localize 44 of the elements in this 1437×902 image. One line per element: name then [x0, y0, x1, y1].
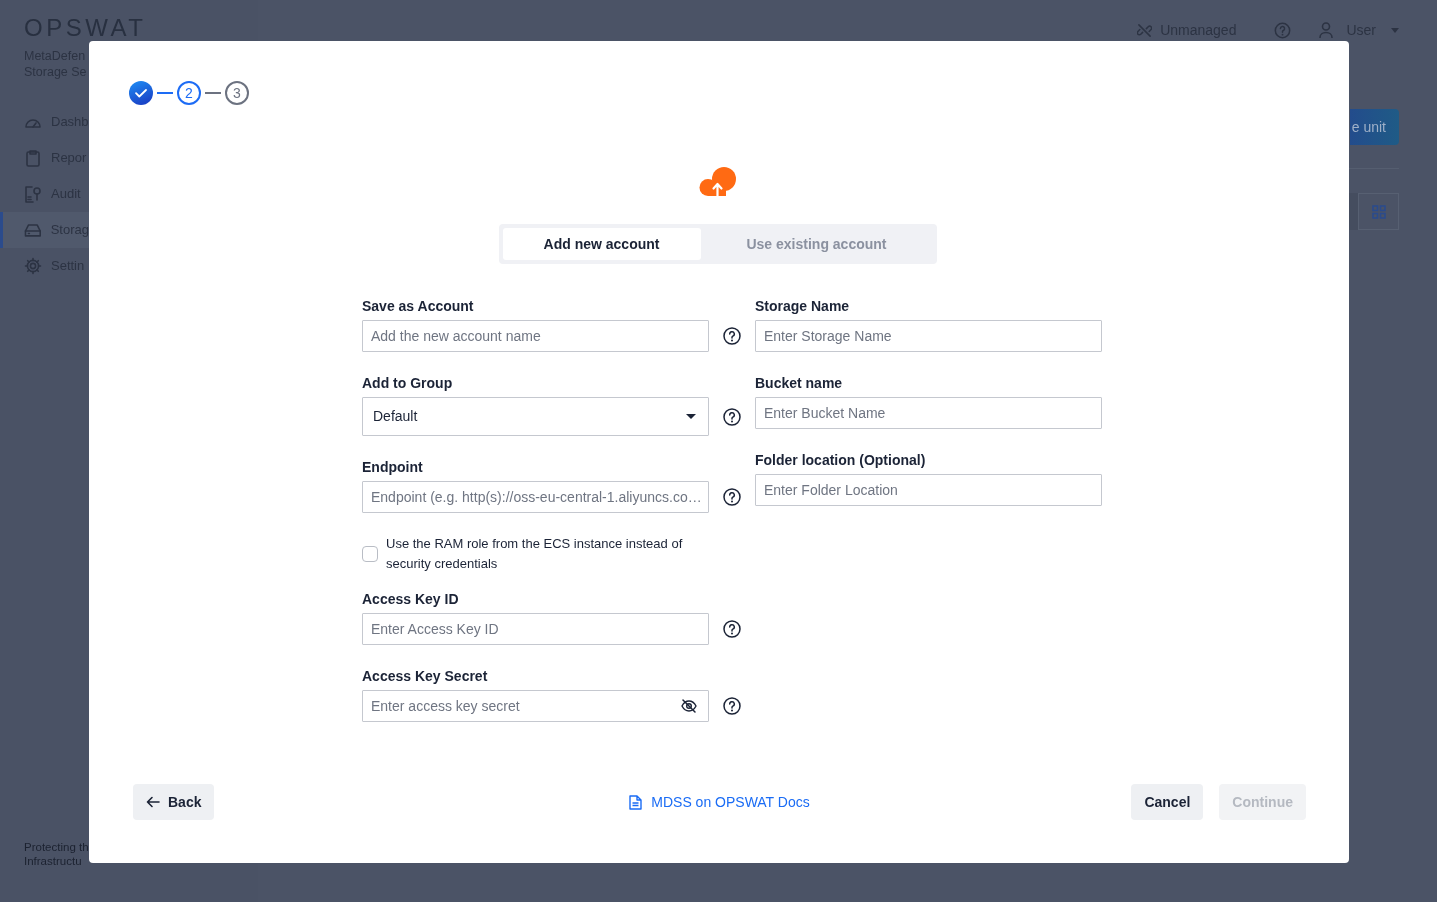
help-icon[interactable]	[723, 697, 741, 715]
step-indicator: 3	[225, 81, 249, 105]
caret-icon[interactable]	[686, 414, 696, 419]
field-label: Access Key ID	[362, 590, 460, 609]
field-label: Endpoint	[362, 458, 424, 477]
step-indicator: 2	[177, 81, 201, 105]
field-label: Folder location (Optional)	[755, 451, 927, 470]
input-field[interactable]: Enter Folder Location	[755, 474, 1102, 506]
checkbox[interactable]	[362, 546, 378, 562]
gear-icon	[24, 257, 42, 275]
field-label: Storage Name	[755, 297, 851, 316]
add-unit-button[interactable]: e unit	[1349, 109, 1399, 145]
help-icon[interactable]	[723, 407, 741, 426]
user-icon	[1319, 22, 1334, 38]
arrow-left-icon	[146, 796, 160, 808]
toggle-segment[interactable]	[1349, 193, 1358, 230]
input-field[interactable]: Add the new account name	[362, 320, 709, 352]
back-button[interactable]: Back	[133, 784, 215, 820]
eye-slash-icon[interactable]	[681, 698, 697, 714]
help-icon[interactable]	[723, 488, 741, 506]
input-field[interactable]: Enter Storage Name	[755, 320, 1102, 352]
document-pin-icon	[24, 185, 42, 203]
field-label: Access Key Secret	[362, 667, 489, 686]
checkbox-label: Use the RAM role from the ECS instance instead of security credentials	[386, 535, 684, 573]
input-field[interactable]: Enter Access Key ID	[362, 613, 709, 645]
field-label: Bucket name	[755, 374, 844, 393]
group-dropdown[interactable]: Default	[362, 397, 709, 436]
field-label: Add to Group	[362, 374, 454, 393]
broken-link-icon	[1137, 22, 1153, 38]
field-label: Save as Account	[362, 297, 475, 316]
input-field[interactable]: Enter access key secret	[362, 690, 709, 722]
drive-icon	[24, 221, 42, 239]
tab[interactable]: Use existing account	[700, 228, 933, 260]
tab[interactable]: Add new account	[502, 228, 701, 260]
action-button[interactable]: Cancel	[1131, 784, 1204, 820]
clipboard-icon	[24, 149, 42, 167]
grid-icon	[1371, 204, 1386, 219]
docs-link[interactable]: MDSS on OPSWAT Docs	[629, 791, 810, 813]
cloud-upload-icon	[697, 166, 738, 198]
help-icon[interactable]	[723, 620, 741, 638]
input-field[interactable]: Endpoint (e.g. http(s)://oss-eu-central-1.aliyuncs.co…	[362, 481, 709, 513]
document-icon	[629, 794, 643, 810]
help-icon[interactable]	[723, 327, 741, 345]
input-field[interactable]: Enter Bucket Name	[755, 397, 1102, 429]
